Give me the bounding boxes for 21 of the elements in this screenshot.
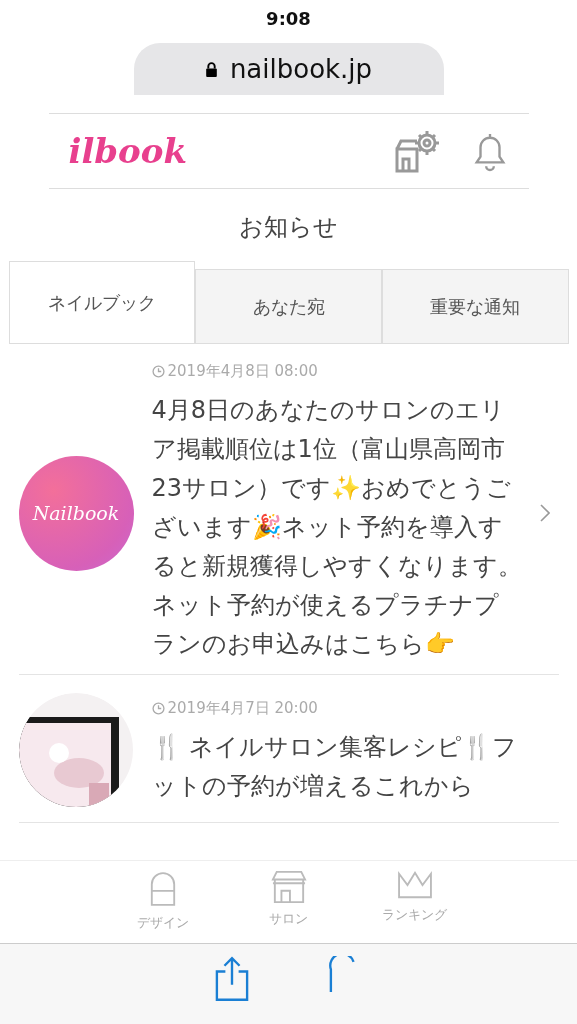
status-time: 9:08: [266, 8, 311, 29]
url-text: nailbook.jp: [229, 54, 373, 84]
tab[interactable]: 重要な通知: [381, 269, 569, 343]
tab[interactable]: ネイルブック: [8, 261, 196, 343]
notification-message[interactable]: 4月8日のあなたのサロンのエリア掲載順位は1位（富山県高岡市23サロン）です✨おめでとうございます🎉ネット予約を導入すると新規獲得しやすくなります。ネット予約が使えるプラチナプランのお申込みはこちら👉: [151, 391, 522, 664]
notification-date: 2019年4月7日 20:00: [167, 699, 318, 718]
page-title: お知らせ: [239, 212, 338, 243]
avatar-logo: Nailbook: [18, 455, 134, 571]
clock-icon: [151, 702, 165, 715]
lock-icon: [204, 60, 218, 78]
address-bar[interactable]: nailbook.jp: [133, 43, 444, 95]
nail-icon: [148, 870, 177, 908]
crown-icon: [395, 870, 434, 900]
notification-message[interactable]: 🍴 ネイルサロン集客レシピ🍴フットの予約が増えるこれから: [151, 728, 522, 806]
clock-icon: [151, 365, 165, 378]
tab[interactable]: あなた宛: [195, 269, 382, 343]
share-icon[interactable]: [214, 956, 249, 1002]
logo[interactable]: ilbook: [68, 131, 188, 171]
shop-icon: [269, 870, 308, 904]
chevron-icon[interactable]: [539, 504, 550, 522]
notification-date: 2019年4月8日 08:00: [167, 362, 318, 381]
